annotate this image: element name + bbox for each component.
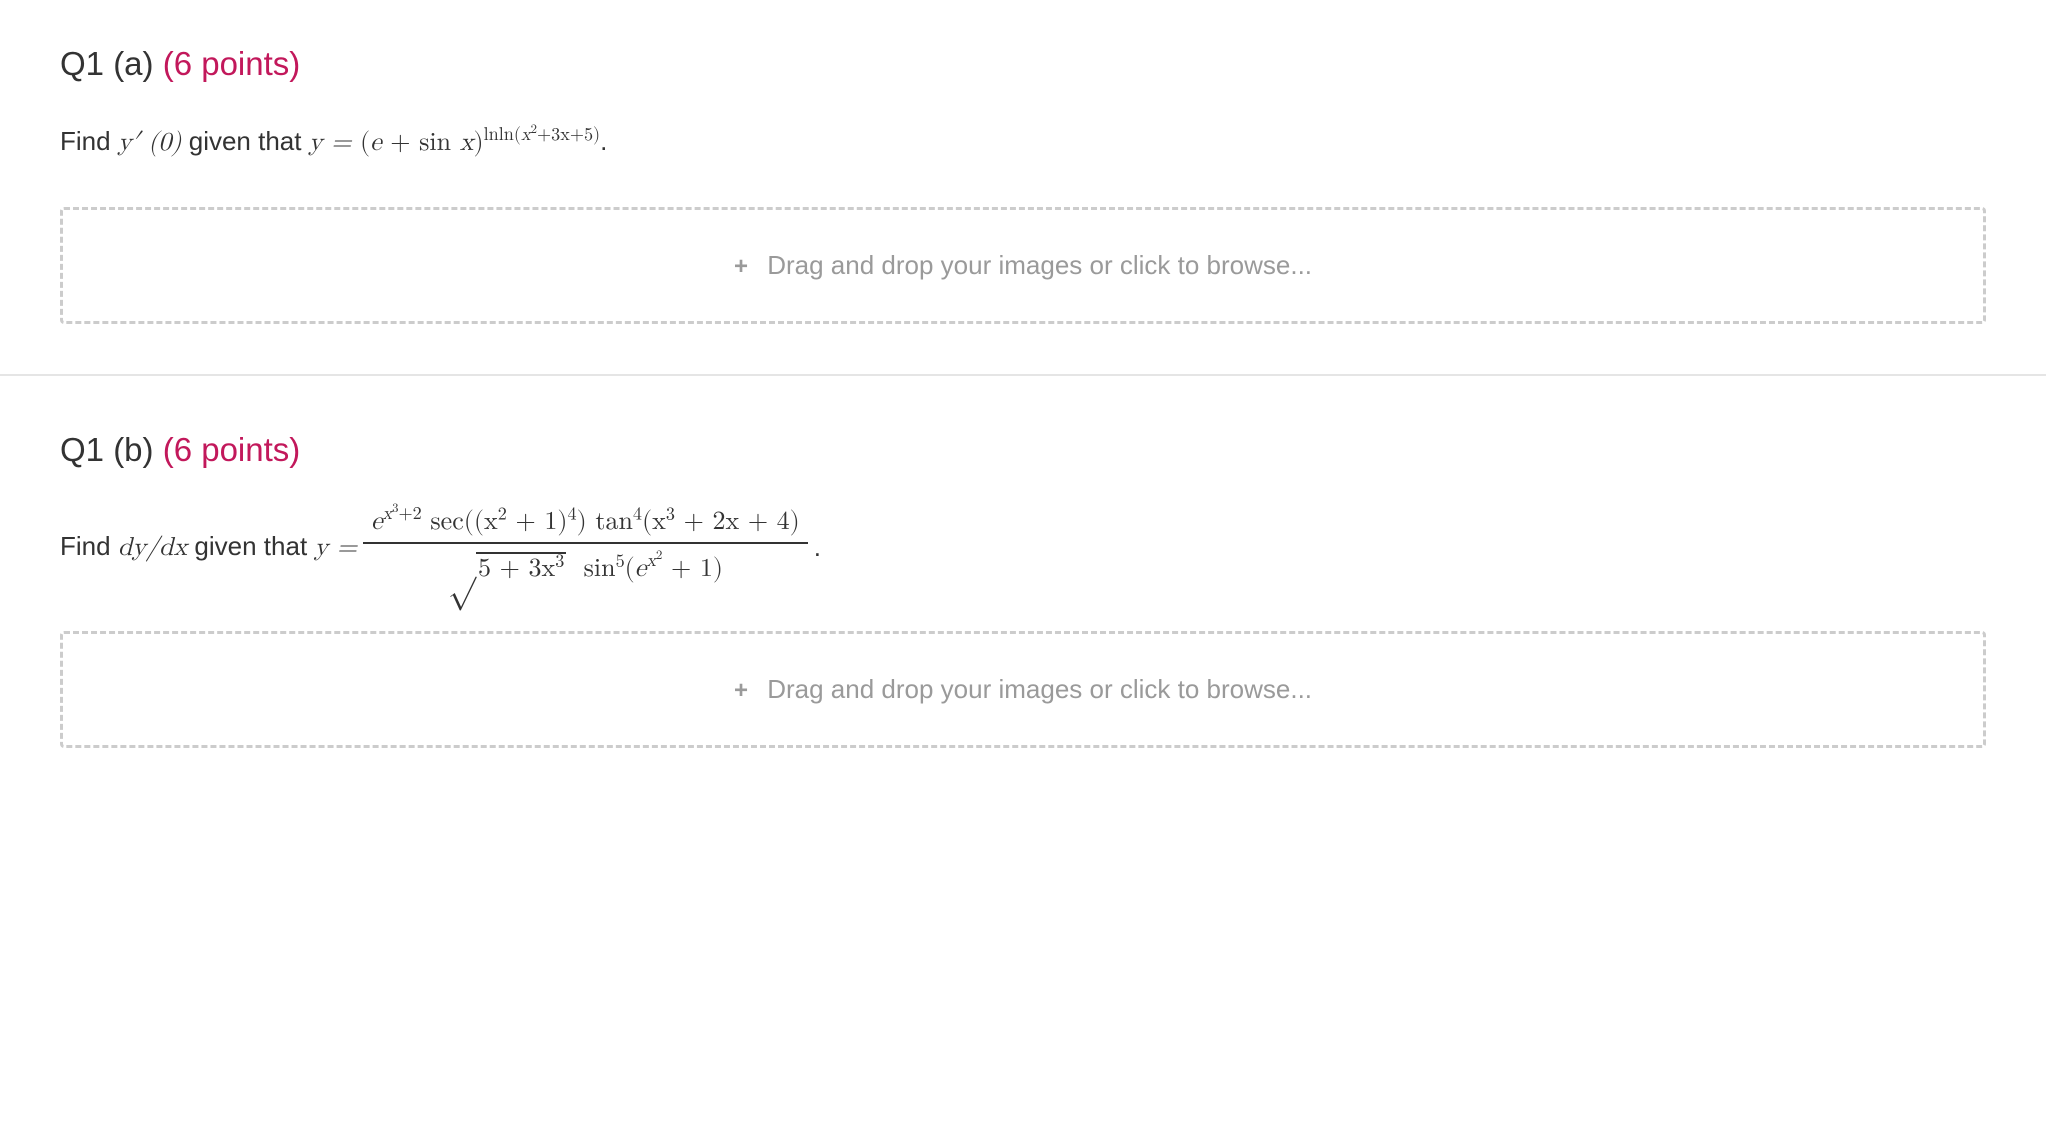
denominator: √5 + 3x3 sin5(ex2 + 1) <box>363 544 808 589</box>
dropzone-q1b[interactable]: + Drag and drop your images or click to … <box>60 631 1986 748</box>
question-header-q1b: Q1 (b) (6 points) <box>60 431 1986 469</box>
dropzone-q1a[interactable]: + Drag and drop your images or click to … <box>60 207 1986 324</box>
period: . <box>814 532 821 563</box>
math-base: (e + sin x)lnln(x2+3x+5) <box>360 130 600 156</box>
sec-label: sec <box>430 509 463 535</box>
question-text-q1b: Find dy/dx given that y = ex3+2 sec((x2 … <box>60 507 1986 589</box>
question-q1b: Q1 (b) (6 points) Find dy/dx given that … <box>0 374 2046 798</box>
question-points: (6 points) <box>163 431 301 468</box>
question-text-q1a: Find y′ (0) given that y = (e + sin x)ln… <box>60 121 1986 165</box>
dropzone-text: Drag and drop your images or click to br… <box>767 674 1312 704</box>
sin-label: sin <box>584 556 616 582</box>
question-q1a: Q1 (a) (6 points) Find y′ (0) given that… <box>0 0 2046 374</box>
question-label: Q1 (a) <box>60 45 154 82</box>
math-find: y′ (0) <box>118 130 182 156</box>
math-find: dy/dx <box>118 535 187 561</box>
tan-label: tan <box>595 509 633 535</box>
text-prefix: Find <box>60 126 118 156</box>
text-prefix: Find <box>60 531 118 561</box>
question-points: (6 points) <box>163 45 301 82</box>
plus-icon: + <box>734 677 748 704</box>
text-given: given that <box>194 531 314 561</box>
ln-label: ln <box>484 125 499 144</box>
plus-icon: + <box>734 253 748 280</box>
sqrt-icon: √ <box>448 551 476 585</box>
question-label: Q1 (b) <box>60 431 154 468</box>
period: . <box>600 126 607 156</box>
fraction: ex3+2 sec((x2 + 1)4) tan4(x3 + 2x + 4) √… <box>363 507 808 589</box>
math-lhs: y = <box>314 535 357 561</box>
text-given: given that <box>189 126 309 156</box>
math-lhs: y = <box>309 130 360 156</box>
dropzone-text: Drag and drop your images or click to br… <box>767 250 1312 280</box>
numerator: ex3+2 sec((x2 + 1)4) tan4(x3 + 2x + 4) <box>363 507 808 544</box>
question-header-q1a: Q1 (a) (6 points) <box>60 45 1986 83</box>
